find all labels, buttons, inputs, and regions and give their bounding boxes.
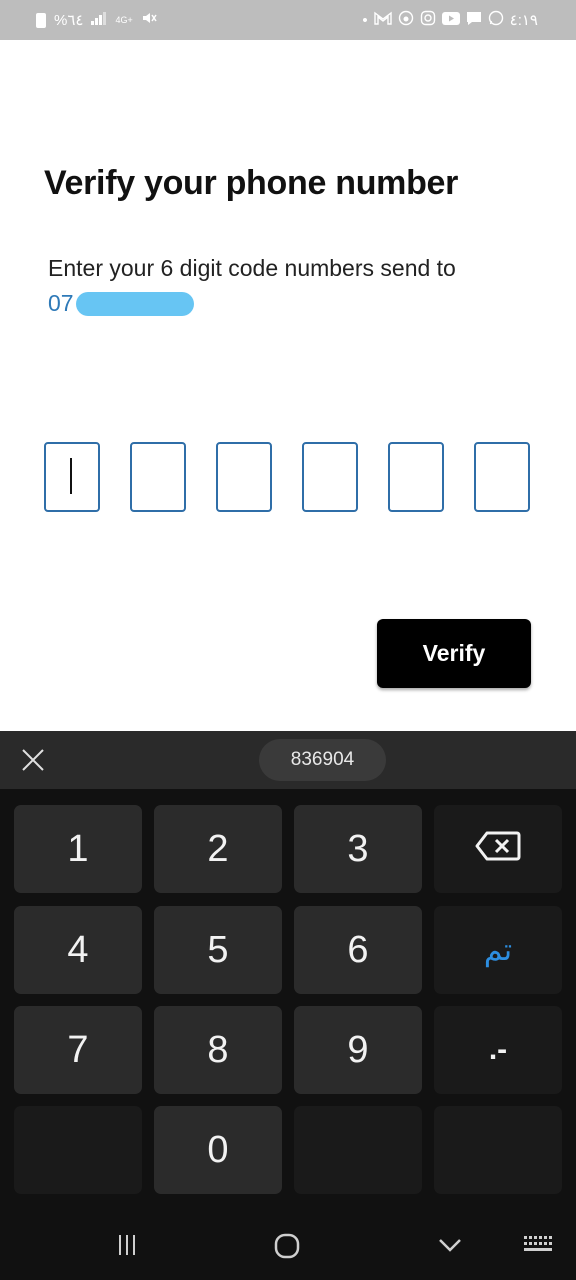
backspace-icon [475,828,521,871]
status-bar-right: • ٤:١٩ [362,10,538,31]
page-title: Verify your phone number [44,164,459,202]
dot-dash-key[interactable]: .- [434,1006,562,1094]
status-bar-left: %٦٤ 4G+ [36,10,157,31]
app-notification-icon [398,10,414,31]
phone-redaction [76,292,194,316]
instruction-text: Enter your 6 digit code numbers send to [48,255,456,281]
backspace-key[interactable] [434,805,562,893]
mute-icon [141,10,157,31]
key-0[interactable]: 0 [154,1106,282,1194]
code-suggestion-chip[interactable]: 836904 [259,739,386,781]
key-3[interactable]: 3 [294,805,422,893]
close-icon[interactable] [18,745,48,775]
otp-digit-4[interactable] [302,442,358,512]
battery-percent: %٦٤ [54,11,84,29]
network-type: 4G+ [115,15,133,25]
otp-digit-6[interactable] [474,442,530,512]
clock-time: ٤:١٩ [509,11,538,29]
done-key[interactable]: تم [434,906,562,994]
key-9[interactable]: 9 [294,1006,422,1094]
battery-icon [36,13,46,28]
gmail-icon [373,11,392,30]
phone-number: 07 [48,290,74,316]
keyboard-toolbar: 836904 [0,731,576,789]
otp-digit-1[interactable] [44,442,100,512]
chat-icon [466,11,482,31]
empty-key-left [14,1106,142,1194]
key-7[interactable]: 7 [14,1006,142,1094]
empty-key-right [434,1106,562,1194]
keyboard-switch-icon[interactable] [524,1236,552,1259]
key-8[interactable]: 8 [154,1006,282,1094]
otp-digit-3[interactable] [216,442,272,512]
status-bar: %٦٤ 4G+ • ٤:١٩ [0,0,576,40]
key-6[interactable]: 6 [294,906,422,994]
dot-icon: • [362,11,368,29]
empty-key-mid [294,1106,422,1194]
whatsapp-icon [488,10,504,31]
text-cursor [70,458,72,494]
key-5[interactable]: 5 [154,906,282,994]
otp-digit-2[interactable] [130,442,186,512]
recents-icon[interactable] [116,1234,138,1261]
system-nav-bar [0,1210,576,1280]
verify-button[interactable]: Verify [377,619,531,688]
key-2[interactable]: 2 [154,805,282,893]
youtube-icon [441,11,460,30]
key-1[interactable]: 1 [14,805,142,893]
otp-digit-5[interactable] [388,442,444,512]
key-4[interactable]: 4 [14,906,142,994]
back-icon[interactable] [438,1236,462,1259]
instagram-icon [420,10,436,31]
home-icon[interactable] [274,1233,300,1264]
signal-icon [91,11,107,30]
numeric-keypad: 1 2 3 4 5 6 تم 7 8 9 .- 0 [0,789,576,1210]
